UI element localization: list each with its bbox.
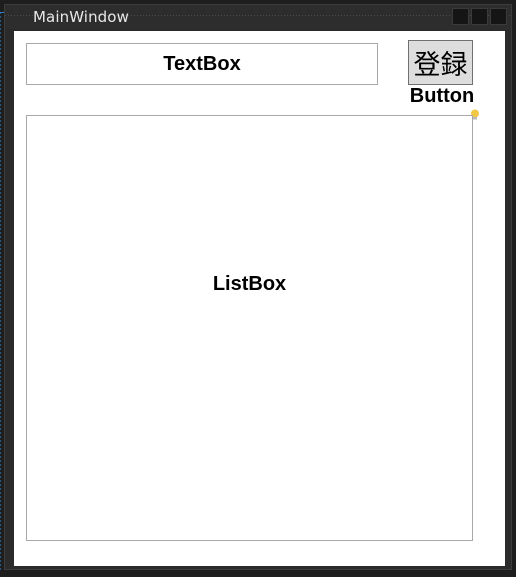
text-box[interactable]: TextBox	[26, 43, 378, 85]
button-caption: Button	[409, 85, 475, 107]
close-button[interactable]	[490, 8, 507, 25]
title-bar[interactable]: MainWindow	[5, 5, 511, 29]
list-box[interactable]: ListBox	[26, 115, 473, 541]
minimize-button[interactable]	[452, 8, 469, 25]
register-button[interactable]: 登録	[408, 40, 473, 85]
window-title: MainWindow	[33, 8, 129, 26]
main-window[interactable]: MainWindow TextBox 登録 Button ListBox	[4, 4, 512, 570]
window-controls	[452, 8, 507, 25]
window-client-area: TextBox 登録 Button ListBox	[14, 31, 505, 566]
designer-surface: MainWindow TextBox 登録 Button ListBox	[0, 0, 516, 577]
maximize-button[interactable]	[471, 8, 488, 25]
text-box-label: TextBox	[163, 52, 241, 75]
list-box-label: ListBox	[212, 272, 287, 295]
register-button-label: 登録	[413, 50, 468, 81]
layout-guide-vertical	[0, 12, 1, 572]
